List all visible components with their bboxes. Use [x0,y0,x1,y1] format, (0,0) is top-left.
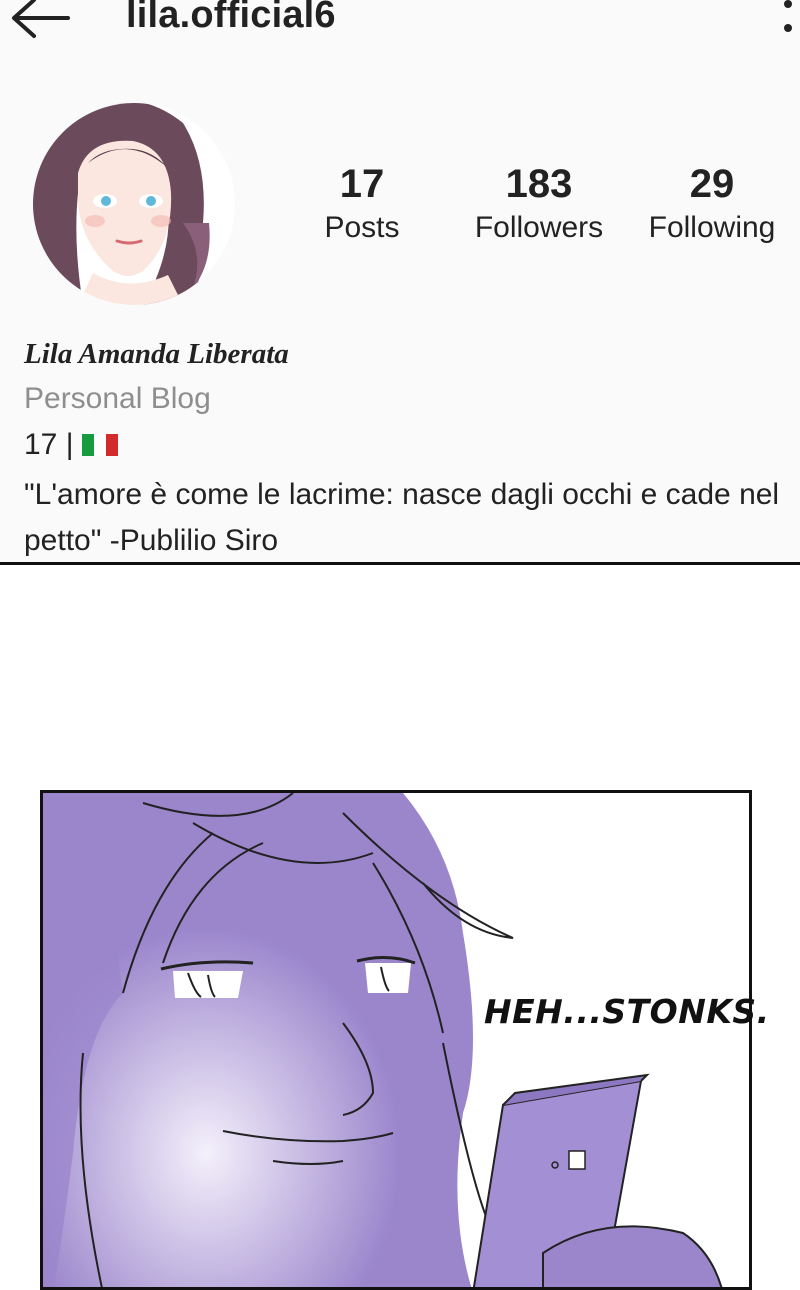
divider [0,562,800,565]
bio-quote: "L'amore è come le lacrime: nasce dagli … [24,478,780,557]
comic-illustration [43,793,749,1287]
top-bar: lila.official6 [0,0,800,50]
comic-panel [40,790,752,1290]
bio-name: Lila Amanda Liberata [24,338,289,370]
bio-category: Personal Blog [24,382,211,415]
following-count: 29 [689,162,735,206]
arrow-left-icon[interactable] [8,0,78,42]
italy-flag-icon [81,434,118,456]
profile-username: lila.official6 [126,0,336,36]
followers-count: 183 [505,162,573,206]
stat-posts[interactable]: 17 Posts [312,160,412,248]
posts-label: Posts [324,211,400,244]
more-vertical-icon[interactable] [776,0,800,42]
bio-age-text: 17 | [24,428,74,461]
stat-following[interactable]: 29 Following [638,160,786,248]
stat-followers[interactable]: 183 Followers [462,160,616,248]
profile-header: lila.official6 17 Posts 183 Followers 29… [0,0,800,563]
followers-label: Followers [474,211,604,244]
avatar[interactable] [33,103,235,305]
avatar-illustration [33,103,235,305]
posts-count: 17 [339,162,385,206]
following-label: Following [648,211,776,244]
comic-caption: HEH...STONKS. [484,992,770,1031]
bio-age-line: 17 | [24,428,118,462]
